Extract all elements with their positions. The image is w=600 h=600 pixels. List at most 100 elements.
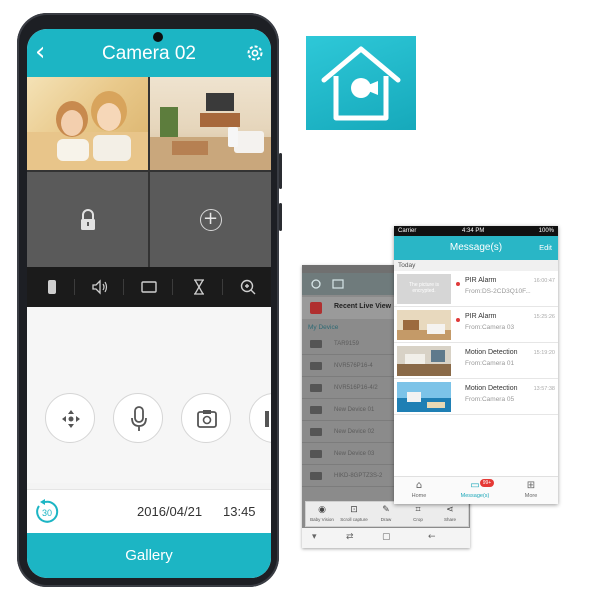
device-icon: [310, 450, 322, 458]
device-name: TAR9159: [334, 341, 359, 347]
message-source: From:Camera 05: [465, 396, 515, 403]
camera-tile-kids[interactable]: [27, 77, 148, 170]
camera-tile-add[interactable]: +: [150, 172, 271, 267]
hourglass-icon[interactable]: [190, 278, 208, 296]
message-time: 13:57:38: [533, 386, 555, 392]
camera-tile-living-room[interactable]: [150, 77, 271, 170]
message-row[interactable]: Motion Detection From:Camera 05 13:57:38: [394, 379, 558, 415]
message-time: 15:19:20: [533, 350, 555, 356]
action-label: Share: [443, 517, 456, 522]
action-label: Crop: [413, 517, 423, 522]
device-name: New Device 03: [334, 451, 375, 457]
refresh-icon[interactable]: [310, 278, 322, 290]
more-icon: [265, 411, 269, 427]
fullscreen-icon[interactable]: [140, 278, 158, 296]
home-icon: ⌂: [415, 480, 423, 491]
carrier-label: Carrier: [398, 228, 417, 234]
share-action[interactable]: ⋖ Share: [434, 505, 466, 523]
living-room-thumbnail: [397, 310, 451, 340]
replay-label: 30: [42, 508, 52, 518]
action-label: Scroll capture: [340, 517, 368, 522]
microphone-button[interactable]: [113, 393, 163, 443]
volume-button: [279, 153, 282, 189]
app-icon[interactable]: [306, 36, 416, 130]
record-icon[interactable]: [43, 278, 61, 296]
zoom-in-icon[interactable]: [239, 278, 257, 296]
ios-tab-bar: ⌂ Home ▭ Message(s) 99+ ⊞ More: [394, 476, 558, 504]
message-row[interactable]: The picture is encrypted. PIR Alarm From…: [394, 271, 558, 307]
toolbar-divider: [74, 279, 75, 295]
messages-header: Message(s) Edit: [394, 236, 558, 260]
tab-more[interactable]: ⊞ More: [506, 480, 556, 500]
android-nav-bar: ▾ ⇄ ▢ ←: [302, 528, 470, 548]
replay-30-icon[interactable]: 30: [33, 498, 61, 526]
device-name: HIKD-8GPTZ3S-2: [334, 473, 383, 479]
tab-home[interactable]: ⌂ Home: [394, 480, 444, 500]
edit-button[interactable]: Edit: [539, 243, 552, 252]
message-title: PIR Alarm: [465, 277, 497, 284]
message-thumbnail: [397, 346, 451, 376]
message-title: Motion Detection: [465, 385, 518, 392]
control-panel: [27, 307, 271, 483]
back-icon[interactable]: ←: [428, 532, 436, 542]
power-button: [279, 203, 282, 231]
scroll-capture-action[interactable]: ⊡ Scroll capture: [338, 505, 370, 523]
crop-action[interactable]: ⌗ Crop: [402, 505, 434, 523]
tab-label: More: [524, 493, 538, 499]
playback-time[interactable]: 13:45: [223, 504, 256, 519]
plus-circle-icon: +: [199, 208, 222, 231]
status-time: 4:34 PM: [462, 228, 485, 234]
baby-vision-action[interactable]: ◉ Baby Vision: [306, 505, 338, 523]
lock-icon: [80, 208, 95, 230]
device-icon: [310, 384, 322, 392]
unread-dot: [456, 318, 460, 322]
battery-level: 100%: [538, 228, 554, 234]
draw-action[interactable]: ✎ Draw: [370, 505, 402, 523]
message-thumbnail: [397, 310, 451, 340]
action-label: Draw: [380, 517, 392, 522]
tab-label: Message(s): [460, 493, 490, 499]
camera-title: Camera 02: [102, 43, 196, 64]
promo-stage: ‹ Camera 02 + 30 2016/04/21 13:45 Galler…: [0, 0, 600, 600]
home-icon[interactable]: ▢: [382, 532, 391, 542]
message-thumbnail: The picture is encrypted.: [397, 274, 451, 304]
action-label: Baby Vision: [310, 517, 334, 522]
ptz-icon: [62, 410, 80, 428]
my-device-label: My Device: [308, 324, 339, 331]
device-icon: [310, 406, 322, 414]
live-view-icon[interactable]: [332, 279, 344, 289]
today-section-label: Today: [394, 260, 558, 271]
gear-icon[interactable]: [245, 43, 265, 63]
menu-icon[interactable]: ▾: [312, 532, 317, 542]
camera-tile-locked[interactable]: [27, 172, 148, 267]
volume-icon[interactable]: [91, 278, 109, 296]
tab-label: Home: [411, 493, 427, 499]
device-icon: [310, 340, 322, 348]
snapshot-icon: [197, 410, 217, 428]
home-camera-icon: [321, 46, 401, 121]
screenshot-action-bar: ◉ Baby Vision ⊡ Scroll capture ✎ Draw ⌗ Crop…: [305, 501, 469, 527]
gallery-button[interactable]: Gallery: [27, 533, 271, 578]
microphone-icon: [131, 406, 147, 431]
playback-date[interactable]: 2016/04/21: [137, 504, 202, 519]
live-toolbar: [27, 267, 271, 307]
message-time: 16:00:47: [533, 278, 555, 284]
message-row[interactable]: PIR Alarm From:Camera 03 15:25:26: [394, 307, 558, 343]
more-controls-button[interactable]: [249, 393, 271, 443]
tab-messages[interactable]: ▭ Message(s) 99+: [450, 479, 500, 500]
device-icon: [310, 428, 322, 436]
toolbar-divider: [123, 279, 124, 295]
message-row[interactable]: Motion Detection From:Camera 01 15:19:20: [394, 343, 558, 379]
snapshot-button[interactable]: [181, 393, 231, 443]
crop-icon: ⌗: [415, 505, 421, 515]
kids-feed-image: [27, 91, 148, 170]
beach-thumbnail: [397, 382, 451, 412]
recent-apps-icon[interactable]: ⇄: [346, 532, 354, 542]
message-thumbnail: [397, 382, 451, 412]
unread-dot: [456, 282, 460, 286]
room-thumbnail: [397, 346, 451, 376]
ptz-button[interactable]: [45, 393, 95, 443]
phone-device: ‹ Camera 02 + 30 2016/04/21 13:45 Galler…: [17, 13, 282, 587]
device-name: NVR516P16-4/2: [334, 385, 378, 391]
message-title: PIR Alarm: [465, 313, 497, 320]
